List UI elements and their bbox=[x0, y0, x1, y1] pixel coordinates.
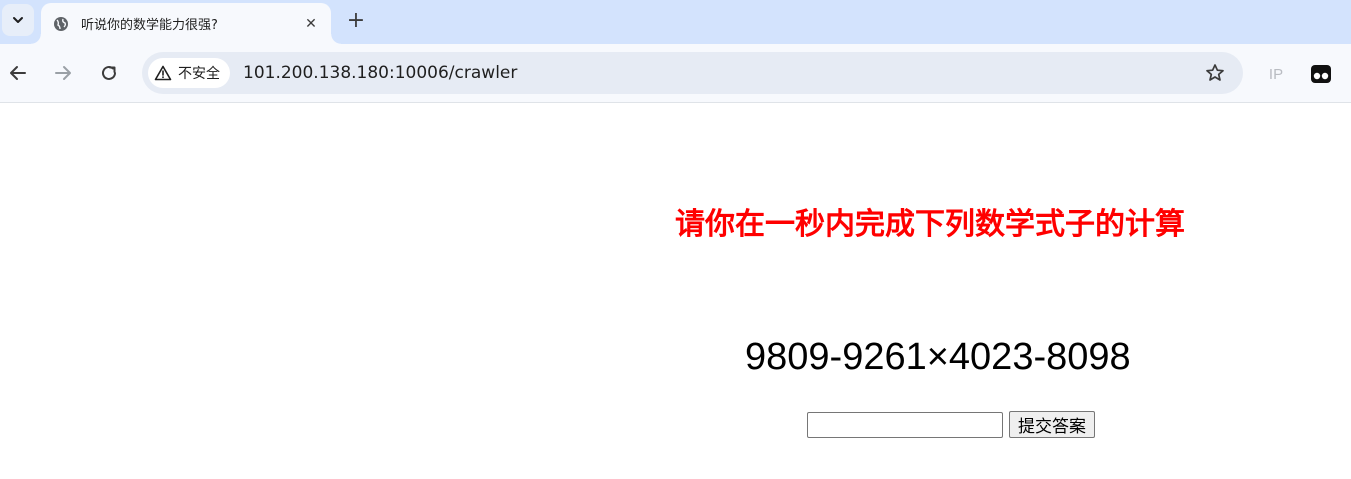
arrow-left-icon bbox=[10, 66, 26, 80]
active-tab[interactable]: 听说你的数学能力很强? ✕ bbox=[31, 3, 341, 44]
security-label: 不安全 bbox=[178, 66, 220, 82]
answer-input[interactable] bbox=[807, 412, 1003, 438]
globe-icon bbox=[53, 16, 69, 32]
address-bar[interactable]: 不安全 101.200.138.180:10006/crawler bbox=[142, 52, 1243, 94]
forward-button[interactable] bbox=[48, 58, 78, 88]
reload-icon bbox=[102, 65, 116, 80]
chevron-down-icon bbox=[13, 17, 23, 23]
tab-title: 听说你的数学能力很强? bbox=[81, 18, 218, 33]
tab-search-button[interactable] bbox=[2, 4, 34, 36]
back-button[interactable] bbox=[3, 58, 33, 88]
arrow-right-icon bbox=[55, 66, 71, 80]
security-chip[interactable]: 不安全 bbox=[148, 58, 230, 88]
close-tab-icon[interactable]: ✕ bbox=[301, 14, 321, 34]
math-expression: 9809-9261×4023-8098 bbox=[745, 336, 1131, 378]
tab-strip: 听说你的数学能力很强? ✕ + bbox=[0, 0, 1351, 44]
url-text[interactable]: 101.200.138.180:10006/crawler bbox=[243, 63, 517, 83]
star-icon bbox=[1206, 64, 1224, 81]
new-tab-button[interactable]: + bbox=[342, 6, 370, 34]
warning-icon bbox=[154, 65, 172, 81]
browser-toolbar: 不安全 101.200.138.180:10006/crawler IP bbox=[0, 44, 1351, 103]
submit-answer-button[interactable]: 提交答案 bbox=[1009, 411, 1095, 438]
page-headline: 请你在一秒内完成下列数学式子的计算 bbox=[675, 207, 1185, 242]
page-content: 请你在一秒内完成下列数学式子的计算 9809-9261×4023-8098 提交… bbox=[0, 103, 1351, 479]
reload-button[interactable] bbox=[94, 58, 124, 88]
mask-extension-icon[interactable] bbox=[1310, 63, 1332, 85]
ip-extension-icon[interactable]: IP bbox=[1264, 63, 1288, 85]
bookmark-button[interactable] bbox=[1203, 61, 1227, 85]
